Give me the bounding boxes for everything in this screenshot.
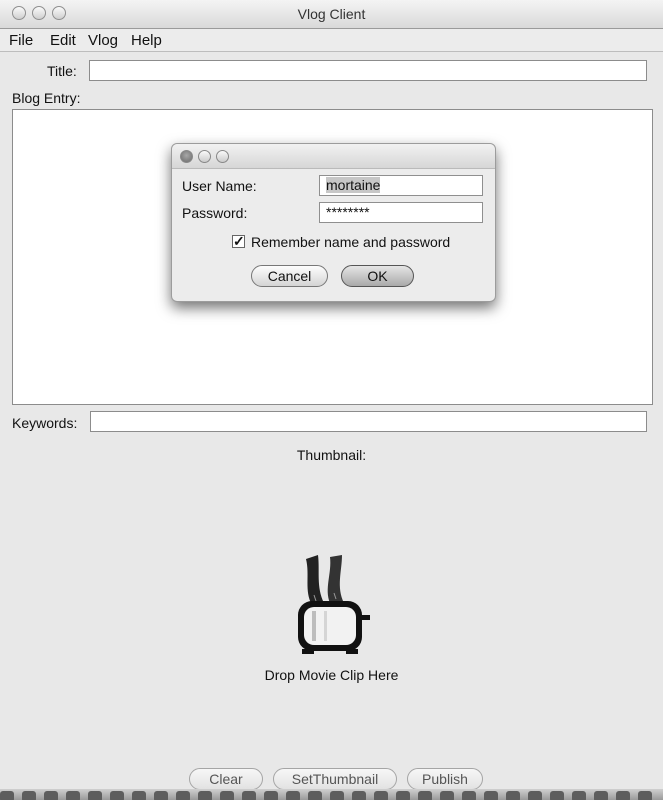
dialog-minimize-button[interactable] [198, 150, 211, 163]
dock-icon[interactable] [66, 791, 80, 800]
dock-icon[interactable] [198, 791, 212, 800]
drop-movie-label: Drop Movie Clip Here [264, 667, 399, 683]
password-input[interactable]: ******** [319, 202, 483, 223]
dock-icon[interactable] [22, 791, 36, 800]
dock-icon[interactable] [616, 791, 630, 800]
dialog-zoom-button[interactable] [216, 150, 229, 163]
dock-icon[interactable] [550, 791, 564, 800]
toaster-icon-graphic [298, 555, 370, 654]
dock-icon[interactable] [110, 791, 124, 800]
dock-icon[interactable] [572, 791, 586, 800]
dock-icon[interactable] [176, 791, 190, 800]
dock-icon[interactable] [462, 791, 476, 800]
dock-icon[interactable] [308, 791, 322, 800]
dialog-close-button[interactable] [180, 150, 193, 163]
dock-icon[interactable] [264, 791, 278, 800]
menu-vlog[interactable]: Vlog [88, 32, 118, 49]
remember-label[interactable]: Remember name and password [251, 234, 450, 250]
blog-entry-label: Blog Entry: [12, 90, 81, 106]
user-name-value: mortaine [326, 177, 381, 193]
dock-icon[interactable] [220, 791, 234, 800]
menu-edit[interactable]: Edit [50, 32, 76, 49]
title-label: Title: [47, 63, 77, 79]
user-name-label: User Name: [182, 178, 257, 194]
dock-icon[interactable] [484, 791, 498, 800]
password-label: Password: [182, 205, 248, 221]
dock-icon[interactable] [440, 791, 454, 800]
set-thumbnail-button[interactable]: SetThumbnail [273, 768, 397, 790]
toaster-icon[interactable] [290, 553, 380, 658]
dock-icon[interactable] [396, 791, 410, 800]
dock-icon[interactable] [352, 791, 366, 800]
menu-help[interactable]: Help [131, 32, 162, 49]
publish-button[interactable]: Publish [407, 768, 483, 790]
cancel-button[interactable]: Cancel [251, 265, 328, 287]
remember-checkbox[interactable]: ✓ [232, 234, 245, 248]
dock-icon[interactable] [374, 791, 388, 800]
menu-file[interactable]: File [9, 32, 33, 49]
dock [0, 789, 663, 800]
dock-icon[interactable] [242, 791, 256, 800]
ok-button[interactable]: OK [341, 265, 414, 287]
dock-icon[interactable] [44, 791, 58, 800]
clear-button[interactable]: Clear [189, 768, 263, 790]
dock-icon[interactable] [154, 791, 168, 800]
keywords-label: Keywords: [12, 415, 78, 431]
menu-bar: File Edit Vlog Help [0, 29, 663, 52]
user-name-input[interactable]: mortaine [319, 175, 483, 196]
dock-icon[interactable] [418, 791, 432, 800]
window-title: Vlog Client [297, 6, 366, 22]
dock-icon[interactable] [506, 791, 520, 800]
window-titlebar: Vlog Client [0, 0, 663, 29]
dock-icon[interactable] [638, 791, 652, 800]
dock-icon[interactable] [286, 791, 300, 800]
thumbnail-label: Thumbnail: [296, 447, 367, 463]
keywords-input[interactable] [90, 411, 647, 432]
dock-icon[interactable] [528, 791, 542, 800]
dock-icon[interactable] [0, 791, 14, 800]
login-dialog: User Name: mortaine Password: ******** ✓… [171, 143, 496, 302]
dock-icon[interactable] [132, 791, 146, 800]
dialog-titlebar [172, 144, 495, 169]
dock-icon[interactable] [88, 791, 102, 800]
dock-icon[interactable] [594, 791, 608, 800]
dock-icon[interactable] [330, 791, 344, 800]
title-input[interactable] [89, 60, 647, 81]
